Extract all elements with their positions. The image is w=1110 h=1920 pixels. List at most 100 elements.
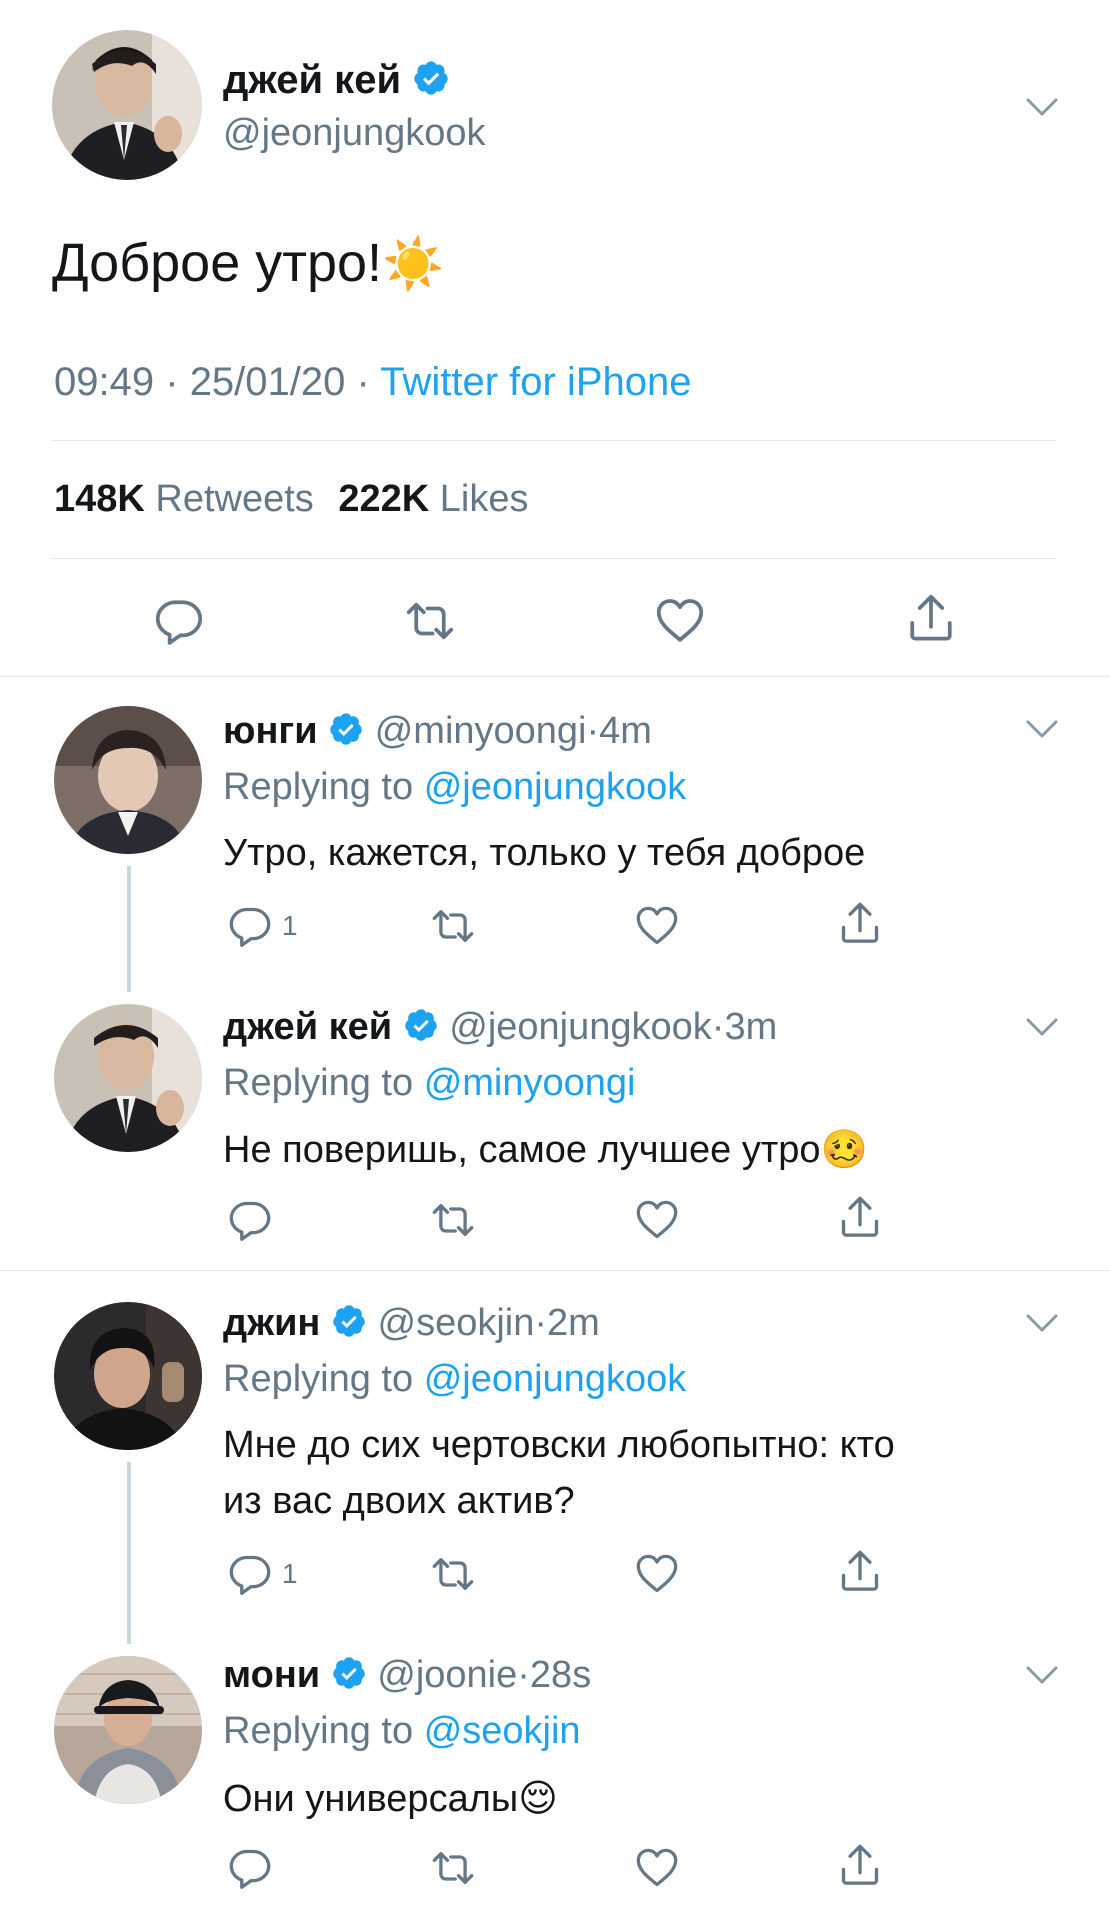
replying-to-label: Replying to (223, 766, 414, 808)
tweet-time: 09:49 (54, 360, 155, 404)
replying-to-handle[interactable]: @jeonjungkook (424, 766, 687, 808)
tweet-text-body: Доброе утро! (52, 233, 383, 293)
woozy-emoji: 🥴 (820, 1129, 868, 1171)
like-icon[interactable] (654, 596, 706, 646)
meta-separator: · (356, 360, 370, 404)
timestamp: 28s (529, 1654, 592, 1696)
retweet-icon[interactable] (430, 1198, 476, 1242)
avatar[interactable] (52, 30, 202, 180)
verified-badge-icon (331, 1655, 367, 1691)
handle[interactable]: @minyoongi (375, 710, 587, 752)
retweet-icon[interactable] (430, 904, 476, 948)
timestamp: 4m (599, 710, 652, 752)
separator: · (534, 1302, 548, 1344)
tweet-date: 25/01/20 (189, 360, 346, 404)
share-icon[interactable] (838, 1548, 882, 1594)
retweet-icon[interactable] (430, 1552, 476, 1596)
reply-icon[interactable] (228, 1198, 272, 1242)
display-name[interactable]: джей кей (223, 1006, 392, 1048)
separator: · (711, 1006, 725, 1048)
reply-text: Утро, кажется, только у тебя доброе (223, 832, 866, 874)
replying-to: Replying to @jeonjungkook (223, 766, 686, 809)
display-name[interactable]: джин (223, 1302, 320, 1344)
replying-to-label: Replying to (223, 1710, 414, 1752)
separator: · (586, 710, 600, 752)
replying-to-handle[interactable]: @seokjin (424, 1710, 581, 1752)
replying-to: Replying to @seokjin (223, 1710, 581, 1753)
handle[interactable]: @joonie (377, 1654, 517, 1696)
replying-to: Replying to @minyoongi (223, 1062, 635, 1105)
replying-to-handle[interactable]: @jeonjungkook (424, 1358, 687, 1400)
reply-header: джей кей @jeonjungkook·3m (223, 1006, 777, 1049)
like-icon[interactable] (634, 1552, 680, 1596)
verified-badge-icon (412, 59, 450, 97)
likes-label: Likes (439, 478, 529, 520)
separator: · (517, 1654, 530, 1696)
reply-text-line: из вас двоих актив? (223, 1480, 575, 1522)
verified-badge-icon (331, 1303, 367, 1339)
like-icon[interactable] (634, 1198, 680, 1242)
share-icon[interactable] (906, 592, 956, 644)
thread-line (127, 1462, 131, 1644)
replying-to-label: Replying to (223, 1358, 414, 1400)
tweet-meta: 09:49 · 25/01/20 · Twitter for iPhone (54, 360, 691, 405)
reply-icon[interactable] (228, 1846, 272, 1890)
retweet-icon[interactable] (430, 1846, 476, 1890)
sun-emoji: ☀️ (382, 236, 445, 292)
avatar[interactable] (54, 1656, 202, 1804)
reply-text-body: Они универсалы (223, 1778, 519, 1820)
reply-count: 1 (282, 910, 298, 941)
handle[interactable]: @jeonjungkook (449, 1006, 712, 1048)
section-divider (0, 1270, 1110, 1271)
share-icon[interactable] (838, 1842, 882, 1888)
meta-separator: · (165, 360, 179, 404)
replying-to-label: Replying to (223, 1062, 414, 1104)
retweets-count: 148K (54, 478, 145, 520)
replying-to-handle[interactable]: @minyoongi (424, 1062, 636, 1104)
reply-header: джин @seokjin·2m (223, 1302, 600, 1345)
chevron-down-icon[interactable] (1022, 92, 1062, 122)
verified-badge-icon (328, 711, 364, 747)
timestamp: 3m (724, 1006, 778, 1048)
divider (52, 558, 1056, 559)
display-name[interactable]: джей кей (223, 58, 450, 103)
reply-header: юнги @minyoongi·4m (223, 710, 652, 753)
verified-badge-icon (403, 1007, 439, 1043)
handle[interactable]: @seokjin (378, 1302, 535, 1344)
share-icon[interactable] (838, 1194, 882, 1240)
like-icon[interactable] (634, 904, 680, 948)
reply-icon[interactable] (154, 596, 204, 646)
reply-header: мони @joonie·28s (223, 1654, 591, 1697)
share-icon[interactable] (838, 900, 882, 946)
chevron-down-icon[interactable] (1022, 1660, 1062, 1690)
handle[interactable]: @jeonjungkook (223, 112, 486, 155)
timestamp: 2m (547, 1302, 600, 1344)
chevron-down-icon[interactable] (1022, 1012, 1062, 1042)
chevron-down-icon[interactable] (1022, 714, 1062, 744)
section-divider (0, 676, 1110, 677)
likes-count: 222K (338, 478, 430, 520)
reply-text: Не поверишь, самое лучшее утро🥴 (223, 1128, 868, 1172)
relieved-emoji: 😌 (518, 1778, 558, 1820)
reply-icon[interactable] (228, 904, 272, 948)
display-name-text: джей кей (223, 58, 402, 102)
replying-to: Replying to @jeonjungkook (223, 1358, 686, 1401)
retweets-stat[interactable]: 148K Retweets (54, 478, 324, 520)
avatar[interactable] (54, 1302, 202, 1450)
tweet-client-link[interactable]: Twitter for iPhone (380, 360, 691, 404)
retweet-icon[interactable] (404, 596, 456, 646)
reply-text-line: Мне до сих чертовски любопытно: кто (223, 1424, 895, 1466)
display-name[interactable]: юнги (223, 710, 318, 752)
reply-icon[interactable] (228, 1552, 272, 1596)
tweet-stats: 148K Retweets 222K Likes (54, 478, 529, 521)
retweets-label: Retweets (155, 478, 314, 520)
reply-text: Они универсалы😌 (223, 1776, 558, 1821)
likes-stat[interactable]: 222K Likes (338, 478, 528, 520)
chevron-down-icon[interactable] (1022, 1308, 1062, 1338)
avatar[interactable] (54, 1004, 202, 1152)
like-icon[interactable] (634, 1846, 680, 1890)
display-name[interactable]: мони (223, 1654, 320, 1696)
divider (52, 440, 1056, 441)
thread-line (127, 866, 131, 992)
avatar[interactable] (54, 706, 202, 854)
